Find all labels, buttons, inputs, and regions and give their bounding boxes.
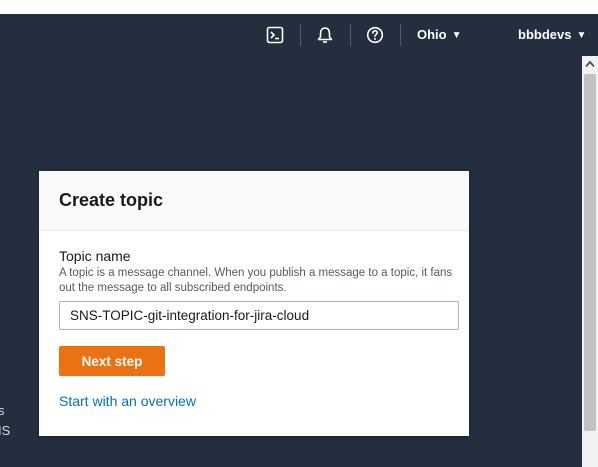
card-header: Create topic xyxy=(39,171,469,231)
vertical-scrollbar[interactable] xyxy=(582,56,598,467)
scroll-up-icon[interactable] xyxy=(582,56,598,72)
region-selector[interactable]: Ohio ▼ xyxy=(417,27,462,42)
chevron-down-icon: ▼ xyxy=(576,30,587,41)
cloudshell-icon[interactable] xyxy=(265,25,285,45)
topic-name-description: A topic is a message channel. When you p… xyxy=(59,267,453,294)
bell-icon[interactable] xyxy=(315,25,335,45)
background-text: IS xyxy=(0,423,11,438)
card-title: Create topic xyxy=(59,190,164,210)
chevron-down-icon: ▼ xyxy=(451,30,462,41)
create-topic-card: Create topic Topic name A topic is a mes… xyxy=(39,171,469,436)
top-navbar: Ohio ▼ bbbdevs ▼ xyxy=(0,14,598,56)
top-strip xyxy=(0,0,598,14)
account-label: bbbdevs xyxy=(518,27,572,42)
nav-divider xyxy=(300,24,301,46)
nav-divider xyxy=(350,24,351,46)
help-icon[interactable] xyxy=(365,25,385,45)
start-overview-link[interactable]: Start with an overview xyxy=(59,393,196,409)
account-menu[interactable]: bbbdevs ▼ xyxy=(518,27,586,42)
topic-name-label: Topic name xyxy=(59,248,131,264)
region-label: Ohio xyxy=(417,27,447,42)
scroll-thumb[interactable] xyxy=(584,74,596,431)
background-text: s xyxy=(0,403,5,418)
topic-name-input[interactable] xyxy=(59,301,459,330)
next-step-button[interactable]: Next step xyxy=(59,346,165,376)
nav-divider xyxy=(400,24,401,46)
